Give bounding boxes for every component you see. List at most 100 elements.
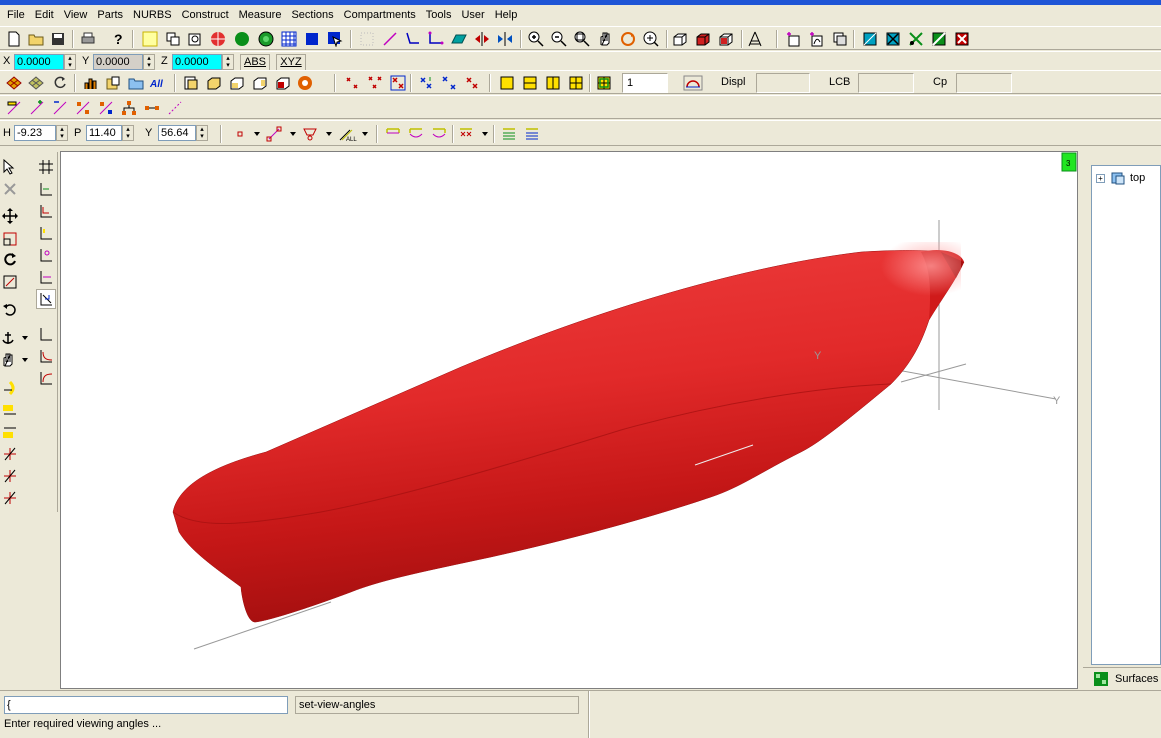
points-blue-2-icon[interactable] [439,73,459,93]
folder-doc-icon[interactable] [103,73,123,93]
mirror-icon[interactable] [472,29,492,49]
abs-button[interactable]: ABS [240,54,270,71]
open-file-icon[interactable] [26,29,46,49]
dotted-line-icon[interactable] [165,98,185,118]
view-perspective-icon[interactable] [36,267,56,287]
refresh-icon[interactable] [50,73,70,93]
print-icon[interactable] [78,29,98,49]
align-z-icon[interactable] [0,422,20,442]
menu-file[interactable]: File [2,6,30,24]
add-curve-icon[interactable] [807,29,827,49]
blend-icon[interactable] [860,29,880,49]
layers-icon[interactable] [181,73,201,93]
percent-2-icon[interactable] [96,98,116,118]
section-3-icon[interactable] [429,124,449,144]
hydrostatics-icon[interactable] [682,73,704,93]
add-surface-icon[interactable] [784,29,804,49]
object-tree[interactable]: + top [1091,165,1161,665]
all-icon[interactable]: All [149,73,169,93]
surface-net-2-icon[interactable] [26,73,46,93]
box-wire-icon[interactable] [716,29,736,49]
menu-nurbs[interactable]: NURBS [128,6,177,24]
view-custom-icon[interactable] [36,289,56,309]
undo-icon[interactable] [0,299,20,319]
view-hsplit-icon[interactable] [520,73,540,93]
select-pointer-icon[interactable] [0,157,20,177]
sphere-icon[interactable] [208,29,228,49]
view-plan-icon[interactable] [36,201,56,221]
mirror-object-icon[interactable] [0,272,20,292]
menu-compartments[interactable]: Compartments [339,6,421,24]
pitch-spinner[interactable]: ▴ ▾ [122,125,134,141]
grid-icon[interactable] [279,29,299,49]
point-snap-dropdown-icon[interactable] [230,124,262,144]
x-coord-input[interactable]: 0.0000 [14,54,64,70]
plane-icon[interactable] [449,29,469,49]
select-arrow-icon[interactable] [325,29,345,49]
move-icon[interactable] [0,206,20,226]
menu-view[interactable]: View [59,6,93,24]
z-spinner[interactable]: ▴ ▾ [222,54,234,70]
points-red-4-icon[interactable] [462,73,482,93]
heading-input[interactable]: -9.23 [14,125,56,141]
chain-icon[interactable] [142,98,162,118]
waterline-icon[interactable] [499,124,519,144]
polyline-icon[interactable] [403,29,423,49]
yaw-input[interactable]: 56.64 [158,125,196,141]
folder-icon[interactable] [126,73,146,93]
section-1-icon[interactable] [383,124,403,144]
viewport-badge[interactable]: 3 [1066,159,1071,168]
blue-square-icon[interactable] [302,29,322,49]
insert-point-icon[interactable] [50,98,70,118]
zoom-window-icon[interactable] [572,29,592,49]
help-icon[interactable]: ? [108,29,128,49]
zoom-in-icon[interactable] [526,29,546,49]
curve-arc-icon[interactable] [36,346,56,366]
points-red-2-icon[interactable] [365,73,385,93]
percent-icon[interactable] [73,98,93,118]
menu-tools[interactable]: Tools [421,6,457,24]
command-input[interactable]: { [4,696,288,714]
view-quad-green-icon[interactable] [594,73,614,93]
new-file-icon[interactable] [4,29,24,49]
waterline-2-icon[interactable] [522,124,542,144]
deselect-icon[interactable] [0,179,20,199]
zoom-fit-icon[interactable] [641,29,661,49]
bar-chart-icon[interactable] [81,73,101,93]
curve-icon[interactable] [380,29,400,49]
axis-y-icon[interactable] [0,466,20,486]
axis-x-icon[interactable] [0,444,20,464]
add-point-icon[interactable] [27,98,47,118]
delete-surface-icon[interactable] [952,29,972,49]
axis-z-icon[interactable] [0,488,20,508]
menu-edit[interactable]: Edit [30,6,59,24]
anchor-dropdown-icon[interactable] [0,328,30,348]
3d-viewport[interactable]: Y Y 3 [60,151,1078,689]
y-spinner[interactable]: ▴ ▾ [143,54,155,70]
view-iso-icon[interactable] [36,245,56,265]
points-blue-icon[interactable] [416,73,436,93]
pitch-input[interactable]: 11.40 [86,125,122,141]
box-solid-icon[interactable] [693,29,713,49]
menu-sections[interactable]: Sections [286,6,338,24]
xyz-button[interactable]: XYZ [276,54,306,71]
cube-red-icon[interactable] [273,73,293,93]
cube-side-icon[interactable] [250,73,270,93]
count-input[interactable]: 1 [622,73,668,93]
copy-surface-icon[interactable] [830,29,850,49]
points-red-icon[interactable] [342,73,362,93]
z-coord-input[interactable]: 0.0000 [172,54,222,70]
tripod-icon[interactable] [745,29,765,49]
paste-icon[interactable] [185,29,205,49]
view-quad-icon[interactable] [566,73,586,93]
view-single-icon[interactable] [497,73,517,93]
tree-root-label[interactable]: top [1130,172,1145,184]
dropdown-disc-icon[interactable] [297,73,317,93]
align-x-icon[interactable] [0,378,20,398]
yaw-spinner[interactable]: ▴ ▾ [196,125,208,141]
cube-view-icon[interactable] [204,73,224,93]
menu-user[interactable]: User [456,6,489,24]
curve-bulge-icon[interactable] [36,368,56,388]
shape-snap-dropdown-icon[interactable] [302,124,336,144]
section-2-icon[interactable] [406,124,426,144]
